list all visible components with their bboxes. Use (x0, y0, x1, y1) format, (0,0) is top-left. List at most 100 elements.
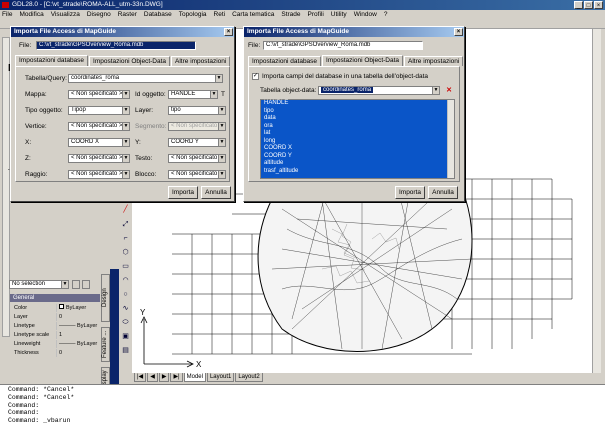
ellipse-icon[interactable]: ⬭ (121, 318, 130, 327)
menu-window[interactable]: Window (354, 10, 377, 20)
mappa-label: Mappa: (25, 91, 47, 98)
delete-table-icon[interactable]: ✕ (443, 86, 455, 96)
prop-row: Linetype ——— ByLayer (14, 322, 100, 330)
menu-topologia[interactable]: Topologia (179, 10, 207, 20)
list-item[interactable]: COORD Y (261, 153, 454, 161)
nav-prev-icon[interactable]: ◀ (147, 373, 158, 382)
chevron-down-icon: ▼ (122, 107, 129, 114)
tab-layout1[interactable]: Layout1 (206, 373, 235, 382)
tab-altre-impostazioni[interactable]: Altre impostazioni (171, 56, 231, 66)
tab-impostazioni-object-data[interactable]: Impostazioni Object-Data (322, 55, 404, 66)
file-path-field[interactable]: C:\vt_strade\GPSOverview_Roma.mdb (36, 41, 196, 50)
list-item[interactable]: lat (261, 130, 454, 138)
canvas-vertical-scrollbar[interactable] (592, 29, 601, 373)
nav-last-icon[interactable]: ▶| (170, 373, 183, 382)
command-line[interactable]: Command: *Cancel* Command: *Cancel* Comm… (0, 384, 605, 428)
list-item[interactable]: HANDLE (261, 100, 454, 108)
line-tool-icon[interactable]: ╱ (121, 205, 130, 214)
y-select[interactable]: COORD Y ▼ (168, 138, 226, 147)
menu-help[interactable]: ? (384, 10, 388, 20)
arc-icon[interactable]: ◠ (121, 276, 130, 285)
nav-first-icon[interactable]: |◀ (134, 373, 147, 382)
ucs-icon (140, 316, 194, 368)
id-oggetto-select[interactable]: HANDLE ▼ (168, 90, 218, 99)
import-fields-label: Importa campi del database in una tabell… (262, 73, 429, 80)
tab-design[interactable]: Design (101, 274, 110, 322)
z-select[interactable]: < Non specificato > ▼ (68, 154, 130, 163)
rectangle-icon[interactable]: ▭ (121, 262, 130, 271)
polyline-icon[interactable]: ⌐ (121, 234, 130, 243)
menu-database[interactable]: Database (144, 10, 172, 20)
maximize-button[interactable]: □ (584, 1, 593, 9)
close-button[interactable]: × (594, 1, 603, 9)
tab-layout2[interactable]: Layout2 (235, 373, 263, 382)
menu-disegno[interactable]: Disegno (87, 10, 111, 20)
hatch-icon[interactable]: ▤ (121, 346, 130, 355)
section-general[interactable]: General (10, 294, 100, 302)
menu-file[interactable]: File (2, 10, 12, 20)
blocco-select[interactable]: < Non specificato > ▼ (168, 170, 226, 179)
raggio-select[interactable]: < Non specificato > ▼ (68, 170, 130, 179)
nav-next-icon[interactable]: ▶ (158, 373, 170, 382)
list-scrollbar[interactable] (447, 100, 454, 178)
table-query-select[interactable]: coordinates_roma ▼ (68, 74, 223, 83)
menu-strade[interactable]: Strade (281, 10, 300, 20)
command-history-line: Command: (8, 409, 40, 417)
command-history-line: Command: (8, 401, 40, 409)
list-item[interactable]: COORD X (261, 145, 454, 153)
menu-reti[interactable]: Reti (214, 10, 226, 20)
file-path-field[interactable]: C:\vt_strade\GPSOverview_Roma.mdb (263, 41, 423, 50)
tab-model[interactable]: Model (183, 373, 206, 382)
prop-row: Layer 0 (14, 313, 100, 321)
field-list[interactable]: HANDLE tipo data ora lat long COORD X CO… (260, 99, 455, 179)
select-objects-icon[interactable] (82, 280, 90, 289)
import-button[interactable]: Importa (168, 186, 198, 199)
menu-carta-tematica[interactable]: Carta tematica (232, 10, 274, 20)
od-table-select[interactable]: coordinates_roma ▼ (318, 86, 440, 95)
tab-impostazioni-database[interactable]: Impostazioni database (15, 55, 89, 66)
minimize-button[interactable]: _ (574, 1, 583, 9)
spline-icon[interactable]: ∿ (121, 304, 130, 313)
mappa-select[interactable]: < Non specificato > ▼ (68, 90, 130, 99)
chevron-down-icon: ▼ (122, 155, 129, 162)
menu-visualizza[interactable]: Visualizza (51, 10, 80, 20)
tab-altre-impostazioni[interactable]: Altre impostazioni (404, 56, 464, 66)
cancel-button[interactable]: Annulla (201, 186, 231, 199)
list-item[interactable]: ora (261, 123, 454, 131)
prop-row: Color ByLayer (14, 304, 100, 312)
list-item[interactable]: long (261, 138, 454, 146)
chevron-down-icon: ▼ (61, 281, 68, 288)
menu-profili[interactable]: Profili (308, 10, 324, 20)
menu-modifica[interactable]: Modifica (19, 10, 43, 20)
quick-select-icon[interactable] (72, 280, 80, 289)
command-history-line: Command: *Cancel* (8, 393, 75, 401)
list-item[interactable]: altitude (261, 160, 454, 168)
tipo-oggetto-select[interactable]: Tipop ▼ (68, 106, 130, 115)
import-fields-checkbox[interactable]: ✓ (252, 73, 259, 80)
list-item[interactable]: tipo (261, 108, 454, 116)
construction-line-icon[interactable]: ⤢ (121, 220, 130, 229)
cancel-button[interactable]: Annulla (428, 186, 458, 199)
list-item[interactable]: trasf_altitude (261, 168, 454, 176)
vertice-select[interactable]: < Non specificato > ▼ (68, 122, 130, 131)
block-icon[interactable]: ▣ (121, 332, 130, 341)
import-button[interactable]: Importa (395, 186, 425, 199)
list-item[interactable]: data (261, 115, 454, 123)
tab-impostazioni-database[interactable]: Impostazioni database (248, 56, 322, 66)
id-type-indicator: T (221, 91, 225, 98)
color-swatch-icon (59, 304, 64, 309)
polygon-icon[interactable]: ⬡ (121, 248, 130, 257)
close-icon[interactable]: × (454, 28, 463, 36)
selection-combo[interactable]: No selection ▼ (9, 280, 69, 289)
circle-icon[interactable]: ○ (121, 290, 130, 299)
tab-feature[interactable]: Feature ... (101, 327, 110, 362)
chevron-down-icon: ▼ (122, 91, 129, 98)
tab-impostazioni-object-data[interactable]: Impostazioni Object-Data (89, 56, 171, 66)
x-select[interactable]: COORD X ▼ (68, 138, 130, 147)
close-icon[interactable]: × (224, 28, 233, 36)
menu-utility[interactable]: Utility (331, 10, 347, 20)
testo-select[interactable]: < Non specificato > ▼ (168, 154, 226, 163)
layer-select[interactable]: tipo ▼ (168, 106, 226, 115)
menu-raster[interactable]: Raster (118, 10, 137, 20)
chevron-down-icon: ▼ (215, 75, 222, 82)
